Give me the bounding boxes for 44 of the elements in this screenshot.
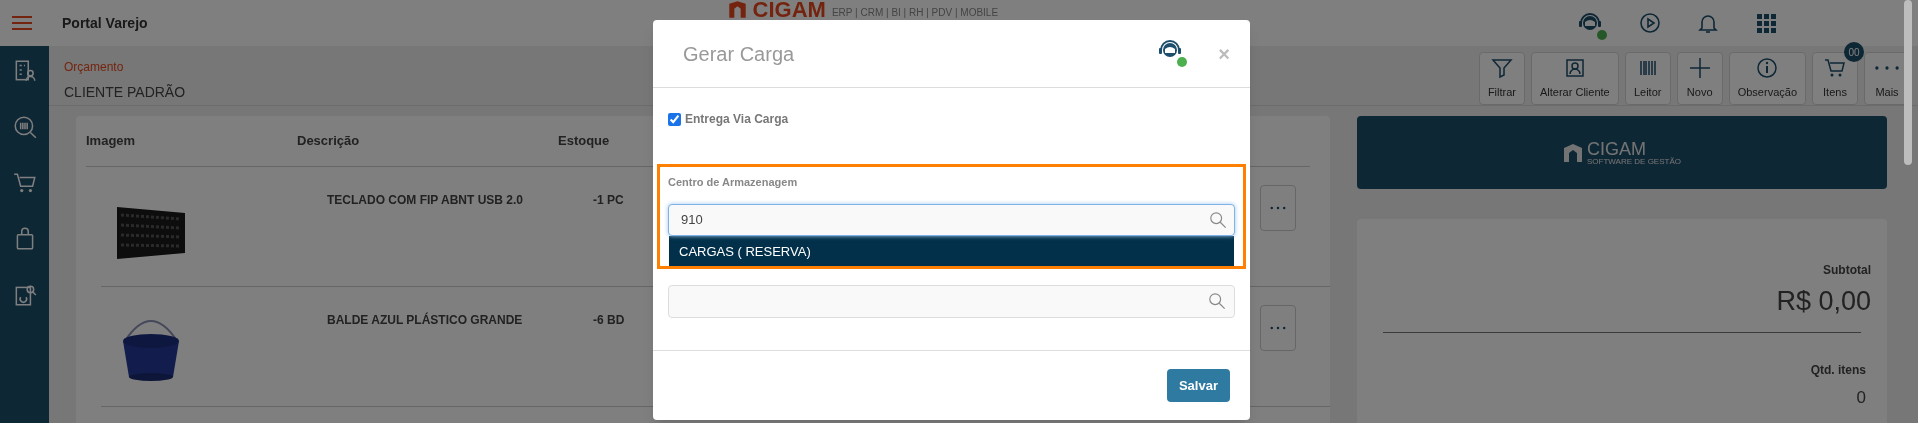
table-cell-text: BALDE AZUL PLÁSTICO GRANDE bbox=[327, 311, 524, 329]
column-header: Estoque bbox=[558, 132, 611, 151]
brand-tagline: ERP | CRM | BI | RH | PDV | MOBILE bbox=[831, 6, 999, 20]
field-label: Centro de Armazenagem bbox=[668, 175, 799, 190]
customer-name: CLIENTE PADRÃO bbox=[64, 83, 186, 102]
search-icon[interactable] bbox=[1208, 292, 1226, 310]
toolbar-button[interactable]: Leitor bbox=[1624, 52, 1671, 105]
quantity-value: 0 bbox=[1856, 386, 1866, 409]
column-header: Imagem bbox=[86, 132, 137, 151]
breadcrumb-link[interactable]: Orçamento bbox=[64, 58, 186, 76]
more-icon bbox=[1875, 66, 1899, 71]
info-icon bbox=[1755, 56, 1780, 81]
plus-icon bbox=[1687, 56, 1712, 81]
toolbar-button[interactable]: Observação bbox=[1728, 52, 1806, 105]
more-icon bbox=[1270, 326, 1286, 330]
dialog-title: Gerar Carga bbox=[683, 41, 795, 67]
brand-name: CIGAM bbox=[752, 0, 826, 19]
subtotal-label: Subtotal bbox=[1823, 262, 1871, 279]
save-button[interactable]: Salvar bbox=[1166, 369, 1230, 402]
play-message-icon[interactable] bbox=[1638, 11, 1662, 35]
toolbar-button[interactable]: Filtrar bbox=[1478, 52, 1525, 105]
table-cell-text: TECLADO COM FIP ABNT USB 2.0 bbox=[327, 192, 524, 209]
filter-icon bbox=[1489, 56, 1514, 81]
brand-tagline: SOFTWARE DE GESTÃO bbox=[1587, 157, 1681, 166]
scrollbar-thumb[interactable] bbox=[1904, 0, 1912, 165]
subtotal-value: R$ 0,00 bbox=[1776, 285, 1871, 318]
table-cell-text: -6 BD bbox=[592, 312, 626, 329]
apps-grid-icon[interactable] bbox=[1754, 11, 1778, 35]
toolbar-button[interactable]: Alterar Cliente bbox=[1531, 52, 1619, 105]
delivery-checkbox[interactable] bbox=[668, 112, 681, 126]
logo-icon bbox=[1563, 142, 1584, 163]
search-field[interactable] bbox=[668, 284, 1235, 318]
menu-icon[interactable] bbox=[12, 15, 32, 31]
quantity-label: Qtd. itens bbox=[1810, 361, 1866, 379]
app-title: Portal Varejo bbox=[62, 13, 148, 33]
more-icon bbox=[1270, 206, 1286, 210]
logo-icon bbox=[727, 0, 747, 19]
column-header: Descrição bbox=[297, 132, 361, 151]
search-icon[interactable] bbox=[1209, 210, 1227, 229]
brand-name: CIGAM bbox=[1587, 139, 1648, 158]
search-field[interactable]: 910 bbox=[668, 203, 1235, 236]
table-cell-text: -1 PC bbox=[592, 192, 625, 209]
toolbar-button[interactable]: Novo bbox=[1676, 52, 1723, 105]
checkbox-label: Entrega Via Carga bbox=[685, 111, 789, 128]
